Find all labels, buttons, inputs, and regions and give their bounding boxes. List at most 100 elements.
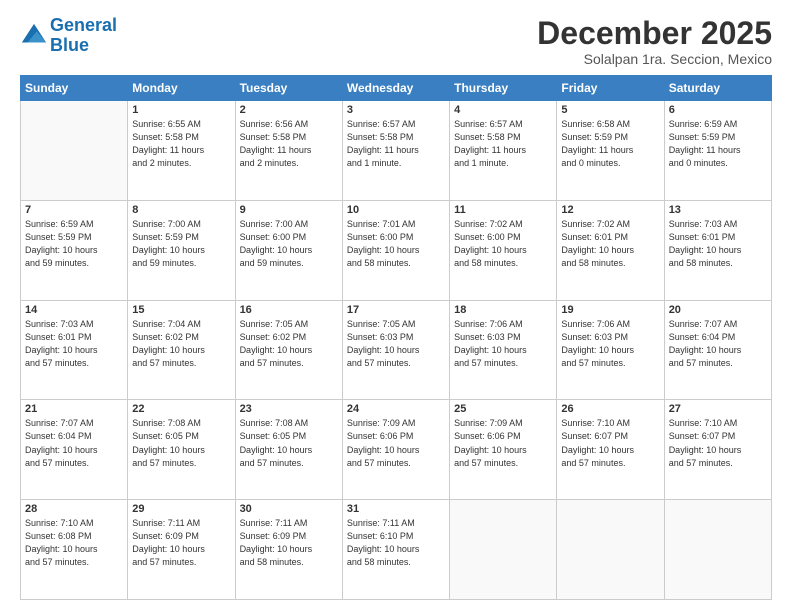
day-number: 8 [132,204,230,216]
day-info: Sunrise: 7:02 AMSunset: 6:01 PMDaylight:… [561,218,659,270]
day-number: 31 [347,503,445,515]
day-cell: 28 Sunrise: 7:10 AMSunset: 6:08 PMDayligh… [21,500,128,600]
day-info: Sunrise: 7:05 AMSunset: 6:02 PMDaylight:… [240,318,338,370]
day-info: Sunrise: 7:06 AMSunset: 6:03 PMDaylight:… [454,318,552,370]
day-info: Sunrise: 7:08 AMSunset: 6:05 PMDaylight:… [132,417,230,469]
day-number: 12 [561,204,659,216]
day-cell: 18Sunrise: 7:06 AMSunset: 6:03 PMDayligh… [450,300,557,400]
day-info: Sunrise: 7:00 AMSunset: 6:00 PMDaylight:… [240,218,338,270]
day-cell: 2 Sunrise: 6:56 AMSunset: 5:58 PMDaylight… [235,101,342,201]
day-number: 6 [669,104,767,116]
day-cell: 9 Sunrise: 7:00 AMSunset: 6:00 PMDaylight… [235,200,342,300]
th-saturday: Saturday [664,76,771,101]
day-info: Sunrise: 6:58 AMSunset: 5:59 PMDaylight:… [561,118,659,170]
day-cell: 5 Sunrise: 6:58 AMSunset: 5:59 PMDaylight… [557,101,664,201]
day-info: Sunrise: 7:03 AMSunset: 6:01 PMDaylight:… [669,218,767,270]
th-sunday: Sunday [21,76,128,101]
day-info: Sunrise: 7:00 AMSunset: 5:59 PMDaylight:… [132,218,230,270]
day-number: 14 [25,304,123,316]
day-number: 22 [132,403,230,415]
day-cell: 3Sunrise: 6:57 AMSunset: 5:58 PMDaylight… [342,101,449,201]
th-tuesday: Tuesday [235,76,342,101]
day-cell: 14Sunrise: 7:03 AMSunset: 6:01 PMDayligh… [21,300,128,400]
th-wednesday: Wednesday [342,76,449,101]
day-number: 17 [347,304,445,316]
day-cell: 22 Sunrise: 7:08 AMSunset: 6:05 PMDayligh… [128,400,235,500]
day-cell [664,500,771,600]
header: General Blue December 2025 Solalpan 1ra.… [20,16,772,67]
day-info: Sunrise: 7:05 AMSunset: 6:03 PMDaylight:… [347,318,445,370]
week-row-3: 21 Sunrise: 7:07 AMSunset: 6:04 PMDayligh… [21,400,772,500]
day-cell: 19 Sunrise: 7:06 AMSunset: 6:03 PMDayligh… [557,300,664,400]
day-cell: 26 Sunrise: 7:10 AMSunset: 6:07 PMDayligh… [557,400,664,500]
day-cell: 16Sunrise: 7:05 AMSunset: 6:02 PMDayligh… [235,300,342,400]
title-block: December 2025 Solalpan 1ra. Seccion, Mex… [537,16,772,67]
day-cell: 31Sunrise: 7:11 AMSunset: 6:10 PMDayligh… [342,500,449,600]
day-cell: 30Sunrise: 7:11 AMSunset: 6:09 PMDayligh… [235,500,342,600]
day-cell: 24Sunrise: 7:09 AMSunset: 6:06 PMDayligh… [342,400,449,500]
day-info: Sunrise: 7:04 AMSunset: 6:02 PMDaylight:… [132,318,230,370]
day-cell [21,101,128,201]
day-info: Sunrise: 6:59 AMSunset: 5:59 PMDaylight:… [669,118,767,170]
day-number: 15 [132,304,230,316]
day-cell: 21 Sunrise: 7:07 AMSunset: 6:04 PMDayligh… [21,400,128,500]
day-cell: 29 Sunrise: 7:11 AMSunset: 6:09 PMDayligh… [128,500,235,600]
week-row-2: 14Sunrise: 7:03 AMSunset: 6:01 PMDayligh… [21,300,772,400]
th-monday: Monday [128,76,235,101]
day-number: 20 [669,304,767,316]
day-info: Sunrise: 7:08 AMSunset: 6:05 PMDaylight:… [240,417,338,469]
day-cell: 7Sunrise: 6:59 AMSunset: 5:59 PMDaylight… [21,200,128,300]
logo: General Blue [20,16,117,56]
day-info: Sunrise: 7:10 AMSunset: 6:07 PMDaylight:… [561,417,659,469]
day-cell: 4 Sunrise: 6:57 AMSunset: 5:58 PMDaylight… [450,101,557,201]
day-number: 24 [347,403,445,415]
day-number: 29 [132,503,230,515]
day-number: 1 [132,104,230,116]
day-info: Sunrise: 7:10 AMSunset: 6:08 PMDaylight:… [25,517,123,569]
day-number: 21 [25,403,123,415]
location: Solalpan 1ra. Seccion, Mexico [537,51,772,67]
header-row: Sunday Monday Tuesday Wednesday Thursday… [21,76,772,101]
day-info: Sunrise: 7:02 AMSunset: 6:00 PMDaylight:… [454,218,552,270]
week-row-4: 28 Sunrise: 7:10 AMSunset: 6:08 PMDayligh… [21,500,772,600]
day-info: Sunrise: 6:57 AMSunset: 5:58 PMDaylight:… [454,118,552,170]
day-cell: 13 Sunrise: 7:03 AMSunset: 6:01 PMDayligh… [664,200,771,300]
day-cell [450,500,557,600]
calendar-table: Sunday Monday Tuesday Wednesday Thursday… [20,75,772,600]
day-cell: 8 Sunrise: 7:00 AMSunset: 5:59 PMDaylight… [128,200,235,300]
week-row-0: 1 Sunrise: 6:55 AMSunset: 5:58 PMDaylight… [21,101,772,201]
day-cell: 15 Sunrise: 7:04 AMSunset: 6:02 PMDayligh… [128,300,235,400]
day-cell [557,500,664,600]
day-number: 11 [454,204,552,216]
day-cell: 6 Sunrise: 6:59 AMSunset: 5:59 PMDaylight… [664,101,771,201]
day-info: Sunrise: 7:01 AMSunset: 6:00 PMDaylight:… [347,218,445,270]
day-cell: 10Sunrise: 7:01 AMSunset: 6:00 PMDayligh… [342,200,449,300]
day-cell: 23Sunrise: 7:08 AMSunset: 6:05 PMDayligh… [235,400,342,500]
day-info: Sunrise: 7:06 AMSunset: 6:03 PMDaylight:… [561,318,659,370]
logo-general: General [50,15,117,35]
logo-icon [20,22,48,50]
day-info: Sunrise: 7:07 AMSunset: 6:04 PMDaylight:… [25,417,123,469]
day-number: 2 [240,104,338,116]
day-number: 25 [454,403,552,415]
day-cell: 11 Sunrise: 7:02 AMSunset: 6:00 PMDayligh… [450,200,557,300]
day-number: 13 [669,204,767,216]
logo-text: General Blue [50,16,117,56]
day-cell: 25 Sunrise: 7:09 AMSunset: 6:06 PMDayligh… [450,400,557,500]
logo-blue: Blue [50,35,89,55]
day-number: 4 [454,104,552,116]
day-info: Sunrise: 6:56 AMSunset: 5:58 PMDaylight:… [240,118,338,170]
day-number: 26 [561,403,659,415]
day-cell: 1 Sunrise: 6:55 AMSunset: 5:58 PMDaylight… [128,101,235,201]
day-cell: 20Sunrise: 7:07 AMSunset: 6:04 PMDayligh… [664,300,771,400]
day-number: 28 [25,503,123,515]
day-info: Sunrise: 6:55 AMSunset: 5:58 PMDaylight:… [132,118,230,170]
day-number: 19 [561,304,659,316]
month-title: December 2025 [537,16,772,51]
day-number: 9 [240,204,338,216]
day-info: Sunrise: 6:59 AMSunset: 5:59 PMDaylight:… [25,218,123,270]
day-info: Sunrise: 7:11 AMSunset: 6:09 PMDaylight:… [132,517,230,569]
day-info: Sunrise: 7:09 AMSunset: 6:06 PMDaylight:… [454,417,552,469]
day-info: Sunrise: 7:11 AMSunset: 6:09 PMDaylight:… [240,517,338,569]
day-number: 5 [561,104,659,116]
